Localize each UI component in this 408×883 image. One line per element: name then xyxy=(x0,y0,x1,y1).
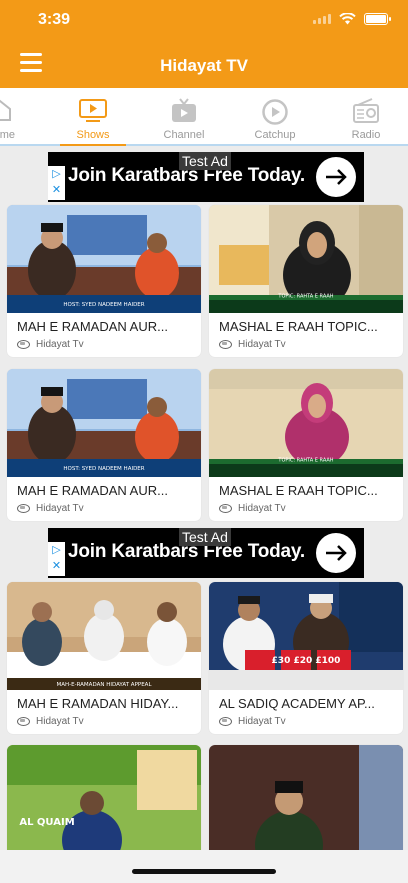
status-icons xyxy=(313,13,391,25)
replay-icon xyxy=(262,99,288,125)
battery-icon xyxy=(364,13,391,25)
show-title: MASHAL E RAAH TOPIC... xyxy=(219,483,378,498)
thumbnail-caption: MAH-E-RAMADAN HIDAYAT APPEAL xyxy=(56,682,152,688)
channel-logo-icon xyxy=(17,504,30,513)
show-title: AL SADIQ ACADEMY AP... xyxy=(219,696,375,711)
show-title: MASHAL E RAAH TOPIC... xyxy=(219,319,378,334)
thumbnail-caption: £30 £20 £100 xyxy=(272,656,341,666)
thumbnail-caption: HOST: SYED NADEEM HAIDER xyxy=(63,466,144,472)
tab-radio[interactable]: Radio xyxy=(321,88,408,144)
tab-label: Catchup xyxy=(254,129,296,141)
channel-info: Hidayat Tv xyxy=(219,503,286,514)
wifi-icon xyxy=(339,13,356,25)
home-indicator[interactable] xyxy=(132,869,276,874)
thumbnail-caption: TOPIC: RAHTA E RAAH xyxy=(277,458,333,464)
ad-choices-icon[interactable]: ▷ ✕ xyxy=(48,166,65,200)
channel-info: Hidayat Tv xyxy=(219,716,286,727)
tab-shows[interactable]: Shows xyxy=(48,88,138,146)
radio-icon xyxy=(353,98,379,123)
status-time: 3:39 xyxy=(38,11,71,28)
tab-channel[interactable]: Channel xyxy=(139,88,229,144)
play-screen-icon xyxy=(79,99,107,122)
tab-label: Radio xyxy=(351,129,381,141)
show-card[interactable]: £30 £20 £100 AL SADIQ ACADEMY AP... Hida… xyxy=(209,582,403,734)
show-card[interactable]: MAH-E-RAMADAN HIDAYAT APPEAL MAH E RAMAD… xyxy=(7,582,201,734)
show-thumbnail: HOST: SYED NADEEM HAIDER xyxy=(7,369,201,477)
bottom-safe-area xyxy=(0,850,408,883)
show-title: MAH E RAMADAN AUR... xyxy=(17,319,168,334)
channel-logo-icon xyxy=(219,717,232,726)
show-thumbnail: HOST: SYED NADEEM HAIDER xyxy=(7,205,201,313)
show-thumbnail xyxy=(209,745,403,853)
tab-label: Shows xyxy=(76,129,110,141)
tab-home[interactable]: me xyxy=(0,88,45,144)
ad-banner[interactable]: ▷ ✕ Join Karatbars Free Today. Test Ad xyxy=(48,152,364,202)
tv-icon xyxy=(172,98,196,122)
thumbnail-caption: HOST: SYED NADEEM HAIDER xyxy=(63,302,144,308)
show-thumbnail: AL QUAIM xyxy=(7,745,201,853)
channel-logo-icon xyxy=(17,717,30,726)
channel-info: Hidayat Tv xyxy=(17,339,84,350)
show-title: MAH E RAMADAN AUR... xyxy=(17,483,168,498)
show-thumbnail: £30 £20 £100 xyxy=(209,582,403,690)
channel-info: Hidayat Tv xyxy=(17,716,84,727)
show-card[interactable]: TOPIC: RAHTA E RAAH MASHAL E RAAH TOPIC.… xyxy=(209,205,403,357)
show-thumbnail: TOPIC: RAHTA E RAAH xyxy=(209,369,403,477)
channel-name: Hidayat Tv xyxy=(36,339,84,350)
channel-name: Hidayat Tv xyxy=(238,716,286,727)
thumbnail-caption: TOPIC: RAHTA E RAAH xyxy=(277,294,333,300)
arrow-right-icon[interactable] xyxy=(316,533,356,573)
channel-name: Hidayat Tv xyxy=(36,716,84,727)
show-card[interactable]: HOST: SYED NADEEM HAIDER MAH E RAMADAN A… xyxy=(7,369,201,521)
channel-info: Hidayat Tv xyxy=(219,339,286,350)
arrow-right-icon[interactable] xyxy=(316,157,356,197)
channel-logo-icon xyxy=(219,340,232,349)
channel-name: Hidayat Tv xyxy=(36,503,84,514)
channel-logo-icon xyxy=(17,340,30,349)
show-title: MAH E RAMADAN HIDAY... xyxy=(17,696,179,711)
show-thumbnail: TOPIC: RAHTA E RAAH xyxy=(209,205,403,313)
tab-label: me xyxy=(0,129,15,141)
tab-label: Channel xyxy=(163,129,205,141)
show-card[interactable]: HOST: SYED NADEEM HAIDER MAH E RAMADAN A… xyxy=(7,205,201,357)
channel-logo-icon xyxy=(219,504,232,513)
cellular-signal-icon xyxy=(313,14,331,24)
ad-label: Test Ad xyxy=(179,152,231,170)
show-thumbnail: MAH-E-RAMADAN HIDAYAT APPEAL xyxy=(7,582,201,690)
tab-bar: me Shows Channel Catchup Radio xyxy=(0,88,408,146)
ad-choices-icon[interactable]: ▷ ✕ xyxy=(48,542,65,576)
home-icon xyxy=(0,99,11,121)
show-card[interactable]: TOPIC: RAHTA E RAAH MASHAL E RAAH TOPIC.… xyxy=(209,369,403,521)
app-title: Hidayat TV xyxy=(160,56,248,75)
tab-catchup[interactable]: Catchup xyxy=(230,88,320,144)
channel-name: Hidayat Tv xyxy=(238,503,286,514)
thumbnail-caption: AL QUAIM xyxy=(19,817,74,828)
channel-name: Hidayat Tv xyxy=(238,339,286,350)
channel-info: Hidayat Tv xyxy=(17,503,84,514)
ad-label: Test Ad xyxy=(179,528,231,546)
ad-banner[interactable]: ▷ ✕ Join Karatbars Free Today. Test Ad xyxy=(48,528,364,578)
app-header: 3:39 Hidayat TV xyxy=(0,0,408,88)
